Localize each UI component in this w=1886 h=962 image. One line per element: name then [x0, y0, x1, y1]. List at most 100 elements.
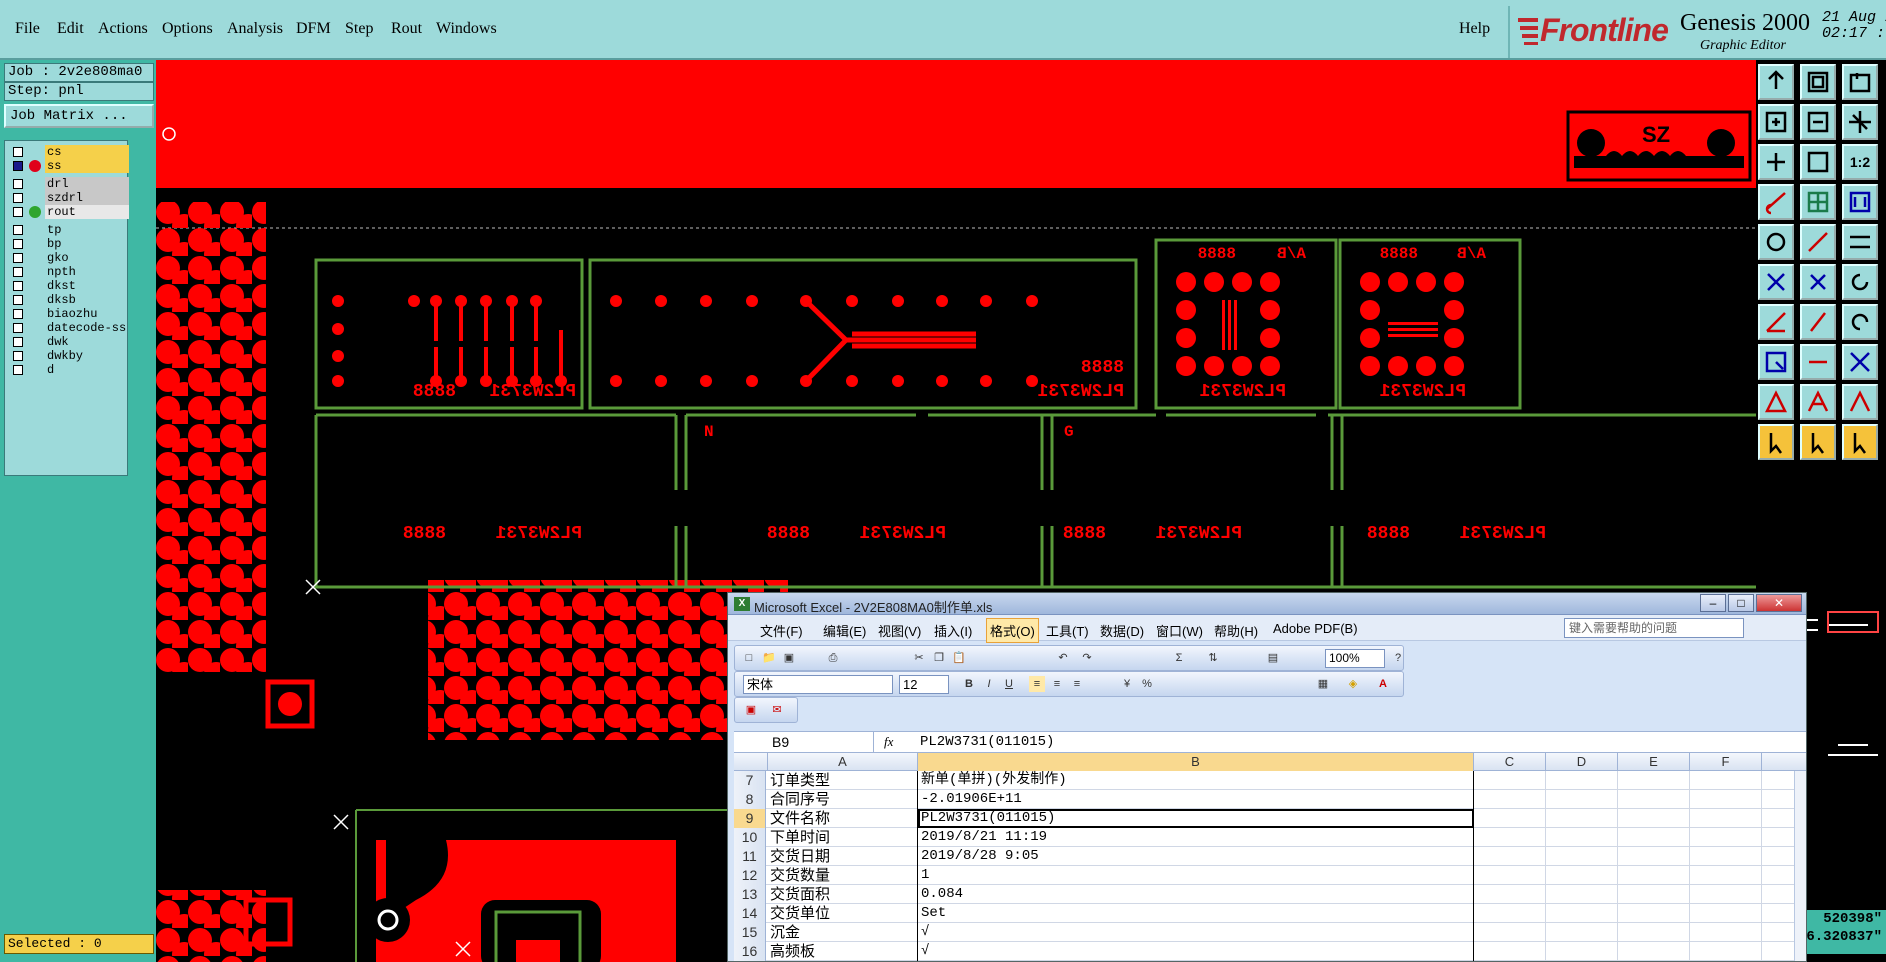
- cell-a[interactable]: 交货单位: [768, 904, 918, 923]
- align-center-button[interactable]: ≡: [1049, 676, 1065, 692]
- menu-analysis[interactable]: Analysis: [227, 20, 283, 38]
- font-color-button[interactable]: A: [1375, 676, 1391, 692]
- angle-icon[interactable]: [1758, 304, 1794, 340]
- cell-b[interactable]: -2.01906E+11: [918, 790, 1474, 809]
- cell-a[interactable]: 交货数量: [768, 866, 918, 885]
- empty-cell[interactable]: [1474, 904, 1546, 923]
- layer-name[interactable]: dwk: [45, 335, 129, 349]
- pan-icon[interactable]: [1842, 64, 1878, 100]
- layer-row[interactable]: dwkby: [7, 349, 127, 363]
- maximize-button[interactable]: □: [1728, 594, 1754, 612]
- layer-row[interactable]: cs: [7, 145, 129, 159]
- new-icon[interactable]: □: [741, 650, 757, 666]
- cell-a[interactable]: 订单类型: [768, 771, 918, 790]
- text-a3-icon[interactable]: [1842, 384, 1878, 420]
- pdf-convert-icon[interactable]: ▣: [743, 702, 759, 718]
- cell-b[interactable]: 新单(单拼)(外发制作): [918, 771, 1474, 790]
- layer-checkbox[interactable]: [13, 179, 23, 189]
- excel-titlebar[interactable]: X Microsoft Excel - 2V2E808MA0制作单.xls – …: [728, 593, 1806, 615]
- zoom-fit-icon[interactable]: [1842, 104, 1878, 140]
- layer-row[interactable]: npth: [7, 265, 127, 279]
- layer-checkbox[interactable]: [13, 207, 23, 217]
- zoom-center-icon[interactable]: [1758, 144, 1794, 180]
- pointer3-icon[interactable]: [1842, 424, 1878, 460]
- menu-windows[interactable]: Windows: [436, 20, 497, 38]
- help-search-input[interactable]: 键入需要帮助的问题: [1564, 618, 1744, 638]
- excel-menu-format[interactable]: 格式(O): [986, 618, 1039, 643]
- sort-asc-icon[interactable]: ⇅: [1205, 650, 1221, 666]
- zoom-home-icon[interactable]: [1758, 64, 1794, 100]
- menu-file[interactable]: File: [15, 20, 40, 38]
- cell-b[interactable]: 2019/8/28 9:05: [918, 847, 1474, 866]
- cell-b[interactable]: 1: [918, 866, 1474, 885]
- layer-checkbox[interactable]: [13, 239, 23, 249]
- zoom-profile-icon[interactable]: [1800, 144, 1836, 180]
- excel-menu-view[interactable]: 视图(V): [878, 621, 921, 640]
- layer-checkbox[interactable]: [13, 161, 23, 171]
- cell-a[interactable]: 交货面积: [768, 885, 918, 904]
- dash-icon[interactable]: [1800, 344, 1836, 380]
- empty-cell[interactable]: [1474, 809, 1546, 828]
- empty-cell[interactable]: [1618, 771, 1690, 790]
- layer-name[interactable]: d: [45, 363, 129, 377]
- empty-cell[interactable]: [1690, 942, 1762, 961]
- menu-help[interactable]: Help: [1459, 20, 1490, 38]
- italic-button[interactable]: I: [981, 676, 997, 692]
- chart-wizard-icon[interactable]: ▤: [1265, 650, 1281, 666]
- layer-name[interactable]: datecode-ss: [45, 321, 129, 335]
- layer-row[interactable]: szdrl: [7, 191, 129, 205]
- cell-b[interactable]: Set: [918, 904, 1474, 923]
- job-matrix-button[interactable]: Job Matrix ...: [4, 104, 154, 128]
- empty-cell[interactable]: [1546, 866, 1618, 885]
- percent-button[interactable]: %: [1139, 676, 1155, 692]
- row-number[interactable]: 12: [734, 866, 766, 885]
- print-icon[interactable]: ⎙: [825, 650, 841, 666]
- font-name-select[interactable]: 宋体: [743, 675, 893, 694]
- empty-cell[interactable]: [1474, 771, 1546, 790]
- fill-color-button[interactable]: ◈: [1345, 676, 1361, 692]
- select-icon[interactable]: [1758, 344, 1794, 380]
- empty-cell[interactable]: [1690, 771, 1762, 790]
- layer-row[interactable]: biaozhu: [7, 307, 127, 321]
- layer-name[interactable]: biaozhu: [45, 307, 129, 321]
- layer-name[interactable]: bp: [45, 237, 129, 251]
- column-header-d[interactable]: D: [1546, 753, 1618, 771]
- spreadsheet-grid[interactable]: A B C D E F 7 订单类型 新单(单拼)(外发制作) 8 合同序号 -2.019…: [734, 753, 1806, 961]
- empty-cell[interactable]: [1618, 828, 1690, 847]
- empty-cell[interactable]: [1546, 885, 1618, 904]
- layer-row[interactable]: datecode-ss: [7, 321, 127, 335]
- row-number[interactable]: 15: [734, 923, 766, 942]
- layer-checkbox[interactable]: [13, 253, 23, 263]
- formula-input[interactable]: PL2W3731(011015): [920, 734, 1054, 750]
- menu-options[interactable]: Options: [162, 20, 213, 38]
- column-header-a[interactable]: A: [768, 753, 918, 771]
- empty-cell[interactable]: [1690, 904, 1762, 923]
- layer-checkbox[interactable]: [13, 193, 23, 203]
- excel-menu-data[interactable]: 数据(D): [1100, 621, 1144, 640]
- cell-b[interactable]: 0.084: [918, 885, 1474, 904]
- row-number[interactable]: 13: [734, 885, 766, 904]
- layer-checkbox[interactable]: [13, 295, 23, 305]
- layer-checkbox[interactable]: [13, 365, 23, 375]
- layer-display-dot[interactable]: [29, 206, 41, 218]
- layer-name[interactable]: szdrl: [45, 191, 129, 205]
- pdf-mail-icon[interactable]: ✉: [769, 702, 785, 718]
- rotate-icon[interactable]: [1842, 304, 1878, 340]
- layer-checkbox[interactable]: [13, 281, 23, 291]
- row-number[interactable]: 14: [734, 904, 766, 923]
- empty-cell[interactable]: [1618, 885, 1690, 904]
- layer-name[interactable]: cs: [45, 145, 129, 159]
- row-number[interactable]: 8: [734, 790, 766, 809]
- text-a2-icon[interactable]: [1800, 384, 1836, 420]
- align-right-button[interactable]: ≡: [1069, 676, 1085, 692]
- pointer-icon[interactable]: [1758, 424, 1794, 460]
- zoom-select[interactable]: 100%: [1325, 649, 1385, 668]
- layer-name[interactable]: dksb: [45, 293, 129, 307]
- bold-button[interactable]: B: [961, 676, 977, 692]
- measure-icon[interactable]: [1842, 184, 1878, 220]
- empty-cell[interactable]: [1618, 809, 1690, 828]
- row-number[interactable]: 9: [734, 809, 766, 828]
- cell-b[interactable]: √: [918, 942, 1474, 961]
- layer-name[interactable]: gko: [45, 251, 129, 265]
- layer-row[interactable]: dksb: [7, 293, 127, 307]
